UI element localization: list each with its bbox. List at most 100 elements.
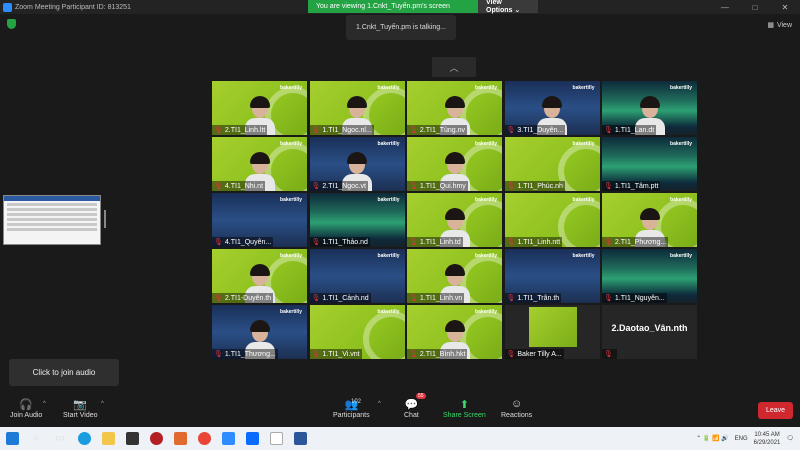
participant-name: 1.TI1_Linh.td (419, 238, 461, 246)
participant-tile[interactable]: bakertilly 🎙 1.TI1_Linh.vn (407, 249, 502, 303)
mic-muted-icon: 🎙 (604, 239, 613, 246)
shared-screen-thumbnail[interactable] (3, 195, 101, 245)
participant-label: 🎙 1.TI1_Thảo.nd (309, 237, 370, 247)
mic-muted-icon: 🎙 (214, 127, 223, 134)
participant-tile[interactable]: bakertilly 🎙 1.TI1_Ngoc.nl... (309, 81, 405, 135)
mic-muted-icon: 🎙 (409, 239, 418, 246)
participant-tile[interactable]: bakertilly 🎙 4.TI1_Nhi.nt (212, 137, 307, 191)
participant-name: 1.TI1_Thảo.nd (322, 238, 368, 246)
photos-icon[interactable] (168, 427, 192, 450)
participant-tile[interactable]: bakertilly 🎙 1.TI1_Cảnh.nd (309, 249, 405, 303)
participant-tile[interactable]: bakertilly 🎙 1.TI1_Thương... (212, 305, 307, 359)
file-explorer-icon[interactable] (96, 427, 120, 450)
participant-tile[interactable]: 🎙 Baker Tilly A... (504, 305, 600, 359)
join-audio-button[interactable]: 🎧 Join Audio (10, 396, 42, 420)
participants-caret[interactable]: ^ (378, 401, 381, 407)
language-indicator[interactable]: ENG (735, 436, 748, 442)
mic-muted-icon: 🎙 (506, 239, 516, 246)
mic-muted-icon: 🎙 (409, 295, 418, 302)
share-banner: You are viewing 1.Cnkt_Tuyến.pm's screen… (308, 0, 538, 14)
participant-tile[interactable]: bakertilly 🎙 2.TI1_Tùng.nv (407, 81, 502, 135)
mic-muted-icon: 🎙 (409, 183, 418, 190)
brand-watermark: bakertilly (475, 197, 497, 203)
participant-tile[interactable]: bakertilly 🎙 2.TI1_Phương... (602, 193, 697, 247)
thumbnail-resize-handle[interactable] (104, 210, 106, 228)
tray-icons[interactable]: ⌃ 🔋 📶 🔊 (696, 435, 728, 442)
participant-tile[interactable]: bakertilly 🎙 1.TI1_Linh.td (407, 193, 502, 247)
zoom-window: Zoom Meeting Participant ID: 813251 — □ … (0, 0, 800, 450)
brand-watermark: bakertilly (572, 253, 595, 259)
notifications-icon[interactable]: 🗨 (786, 435, 794, 442)
participant-tile[interactable]: bakertilly 🎙 2.TI1-Duyên.th (212, 249, 307, 303)
video-options-caret[interactable]: ^ (101, 401, 104, 407)
gallery-scroll-up-button[interactable]: ︿ (432, 57, 476, 77)
leave-button[interactable]: Leave (758, 402, 793, 419)
participant-tile[interactable]: bakertilly 🎙 4.TI1_Quyên... (212, 193, 307, 247)
zoom-taskbar-icon[interactable] (216, 427, 240, 450)
participants-button[interactable]: 👥 102 Participants (333, 396, 370, 420)
app-icon[interactable] (144, 427, 168, 450)
minimize-button[interactable]: — (710, 0, 740, 14)
mic-muted-icon: 🎙 (311, 127, 321, 134)
participant-tile[interactable]: bakertilly 🎙 2.TI1_Linh.ltt (212, 81, 307, 135)
word-icon[interactable] (288, 427, 312, 450)
brand-watermark: bakertilly (280, 141, 302, 147)
participant-tile[interactable]: bakertilly 🎙 1.TI1_Thảo.nd (309, 193, 405, 247)
security-shield-icon[interactable] (7, 19, 16, 29)
store-icon[interactable] (120, 427, 144, 450)
participant-label: 🎙 1.TI1_Phúc.nh (504, 181, 565, 191)
participant-tile[interactable]: bakertilly 🎙 1.TI1_Vi.vnt (309, 305, 405, 359)
participant-tile[interactable]: bakertilly 🎙 1.TI1_Linh.ntt (504, 193, 600, 247)
participant-label: 🎙 Baker Tilly A... (504, 349, 564, 359)
audio-options-caret[interactable]: ^ (43, 401, 46, 407)
search-icon[interactable]: ○ (24, 427, 48, 450)
participant-label: 🎙 1.TI1_Trân.th (504, 293, 562, 303)
chat-button[interactable]: 💬 55 Chat (404, 393, 426, 419)
brand-watermark: bakertilly (377, 253, 400, 259)
share-screen-button[interactable]: ⬆ Share Screen (443, 396, 486, 420)
participant-label: 🎙 1.TI1_Cảnh.nd (309, 293, 371, 303)
clock[interactable]: 10:45 AM 6/29/2021 (754, 431, 781, 447)
participant-tile[interactable]: bakertilly 🎙 1.TI1_Trân.th (504, 249, 600, 303)
participant-tile[interactable]: bakertilly 🎙 2.TI1_Ngoc.vt (309, 137, 405, 191)
participant-name: 4.TI1_Quyên... (224, 238, 272, 246)
edge-icon[interactable] (72, 427, 96, 450)
view-label: View (776, 21, 792, 29)
start-icon[interactable] (0, 427, 24, 450)
zalo-icon[interactable] (240, 427, 264, 450)
participant-label: 🎙 2.TI1-Duyên.th (212, 293, 274, 303)
participant-label: 🎙 1.TI1_Linh.td (407, 237, 463, 247)
meeting-toolbar: 🎧 Join Audio ^ 📷 Start Video ^ 👥 102 Par… (0, 393, 800, 427)
notes-icon[interactable] (264, 427, 288, 450)
participant-tile[interactable]: bakertilly 🎙 3.TI1_Duyên... (504, 81, 600, 135)
participant-label: 🎙 1.TI1_Qui.hmy (407, 181, 468, 191)
brand-watermark: bakertilly (670, 197, 692, 203)
participant-tile[interactable]: bakertilly 🎙 1.TI1_Phúc.nh (504, 137, 600, 191)
gallery-grid: bakertilly 🎙 2.TI1_Linh.ltt bakertilly 🎙 1.TI… (212, 81, 697, 359)
close-button[interactable]: ✕ (770, 0, 800, 14)
chrome-icon[interactable] (192, 427, 216, 450)
view-options-button[interactable]: View Options ⌄ (478, 0, 538, 14)
participant-tile[interactable]: bakertilly 🎙 1.TI1_Qui.hmy (407, 137, 502, 191)
participant-label: 🎙 4.TI1_Quyên... (212, 237, 274, 247)
participant-tile[interactable]: bakertilly 🎙 1.TI1_Lan.dt (602, 81, 697, 135)
mic-muted-icon: 🎙 (311, 351, 321, 358)
reactions-button[interactable]: ☺ Reactions (501, 396, 532, 419)
participant-name: 2.TI1_Linh.ltt (224, 126, 266, 134)
mic-muted-icon: 🎙 (604, 127, 613, 134)
participant-tile[interactable]: bakertilly 🎙 1.TI1_Tâm.ptt (602, 137, 697, 191)
participant-tile[interactable]: bakertilly 🎙 1.TI1_Nguyên... (602, 249, 697, 303)
task-view-icon[interactable]: ▭ (48, 427, 72, 450)
maximize-button[interactable]: □ (740, 0, 770, 14)
participant-label: 🎙 1.TI1_Linh.ntt (504, 237, 563, 247)
participant-name: 1.TI1_Linh.ntt (517, 238, 561, 246)
chevron-up-icon: ︿ (449, 62, 459, 73)
start-video-button[interactable]: 📷 Start Video (63, 396, 98, 420)
participant-name: 1.TI1_Nguyên... (614, 294, 665, 302)
participant-tile[interactable]: bakertilly 🎙 2.TI1_Bình.hkt (407, 305, 502, 359)
chat-icon: 💬 (404, 398, 419, 411)
brand-watermark: bakertilly (377, 141, 400, 147)
participant-name: 1.TI1_Lan.dt (614, 126, 655, 134)
view-layout-button[interactable]: ▦ View (767, 21, 792, 30)
participant-tile[interactable]: 2.Daotao_Vân.nth 🎙 (602, 305, 697, 359)
